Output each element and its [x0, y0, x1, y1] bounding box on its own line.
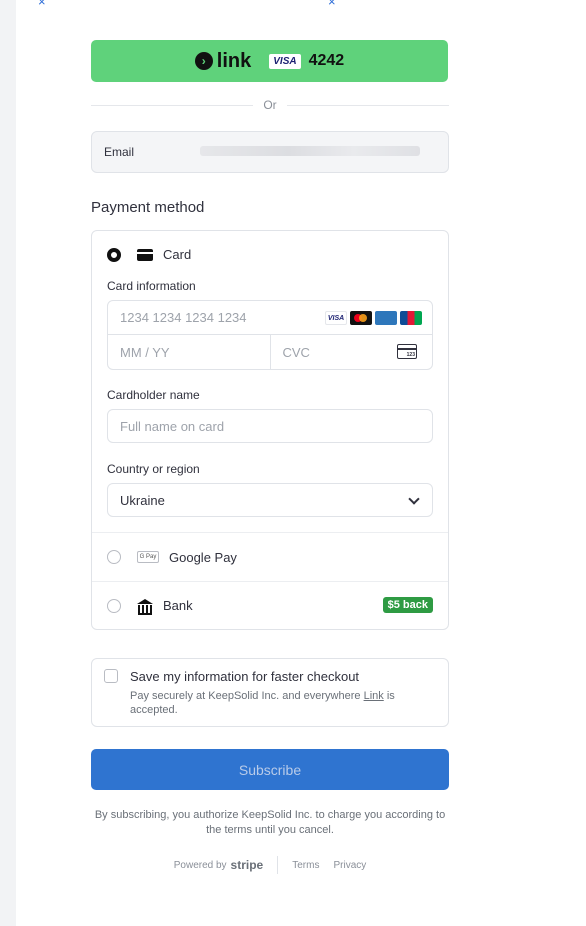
payment-method-list: Card Card information 1234 1234 1234 123… — [91, 230, 449, 630]
privacy-link[interactable]: Privacy — [333, 860, 366, 871]
card-option: Card Card information 1234 1234 1234 123… — [92, 231, 448, 533]
credit-card-icon — [137, 248, 153, 261]
mastercard-icon — [350, 311, 372, 325]
terms-link[interactable]: Terms — [292, 860, 319, 871]
country-label: Country or region — [107, 462, 200, 476]
close-icon[interactable]: × — [328, 0, 336, 9]
legal-text: By subscribing, you authorize KeepSolid … — [94, 809, 446, 836]
link-pay-button[interactable]: › link VISA 4242 — [91, 40, 448, 82]
google-pay-icon: G Pay — [137, 551, 159, 563]
save-info-desc: Pay securely at KeepSolid Inc. and every… — [130, 690, 395, 716]
chevron-down-icon — [408, 493, 420, 505]
link-link[interactable]: Link — [364, 690, 384, 702]
google-pay-radio[interactable] — [107, 550, 121, 564]
close-icon[interactable]: × — [38, 0, 46, 9]
stripe-logo: stripe — [230, 858, 264, 872]
card-brands: VISA — [325, 311, 422, 325]
cashback-badge: $5 back — [382, 597, 433, 613]
card-last4: 4242 — [308, 52, 345, 69]
email-label: Email — [104, 145, 135, 159]
bank-option[interactable]: Bank $5 back — [92, 581, 448, 629]
link-logo: › link — [194, 50, 251, 73]
cvc-card-icon: 123 — [397, 344, 417, 359]
subscribe-button[interactable]: Subscribe — [91, 749, 449, 790]
cardholder-label: Cardholder name — [107, 388, 200, 402]
email-field[interactable]: Email — [91, 131, 449, 173]
card-info-label: Card information — [107, 279, 196, 293]
arrow-icon: › — [194, 52, 213, 70]
or-divider: Or — [91, 96, 449, 114]
side-edge — [0, 0, 16, 926]
amex-icon — [375, 311, 397, 325]
card-radio[interactable] — [107, 247, 121, 262]
cardholder-name-input[interactable]: Full name on card — [107, 409, 433, 443]
card-input-group: 1234 1234 1234 1234 VISA MM / YY CVC 123 — [107, 300, 433, 370]
expiry-input[interactable]: MM / YY — [108, 335, 271, 369]
country-select[interactable]: Ukraine — [107, 483, 433, 517]
save-info-checkbox[interactable] — [104, 669, 118, 683]
card-number-input[interactable]: 1234 1234 1234 1234 VISA — [108, 301, 432, 335]
bank-radio[interactable] — [107, 598, 121, 613]
cvc-input[interactable]: CVC 123 — [271, 335, 433, 369]
save-info-title: Save my information for faster checkout — [130, 669, 360, 684]
jcb-icon — [400, 311, 422, 325]
save-info-box: Save my information for faster checkout … — [91, 658, 449, 727]
email-value-redacted — [200, 146, 420, 156]
checkout-form: › link VISA 4242 Or Email Payment method… — [91, 40, 449, 874]
visa-icon: VISA — [269, 53, 301, 69]
powered-by-stripe[interactable]: Powered by stripe — [174, 858, 264, 872]
card-option-header[interactable]: Card — [107, 247, 433, 262]
footer: Powered by stripe Terms Privacy — [91, 856, 449, 874]
google-pay-option[interactable]: G Pay Google Pay — [92, 533, 448, 581]
bank-icon — [137, 598, 153, 615]
visa-icon: VISA — [325, 311, 347, 325]
payment-method-title: Payment method — [91, 199, 205, 216]
